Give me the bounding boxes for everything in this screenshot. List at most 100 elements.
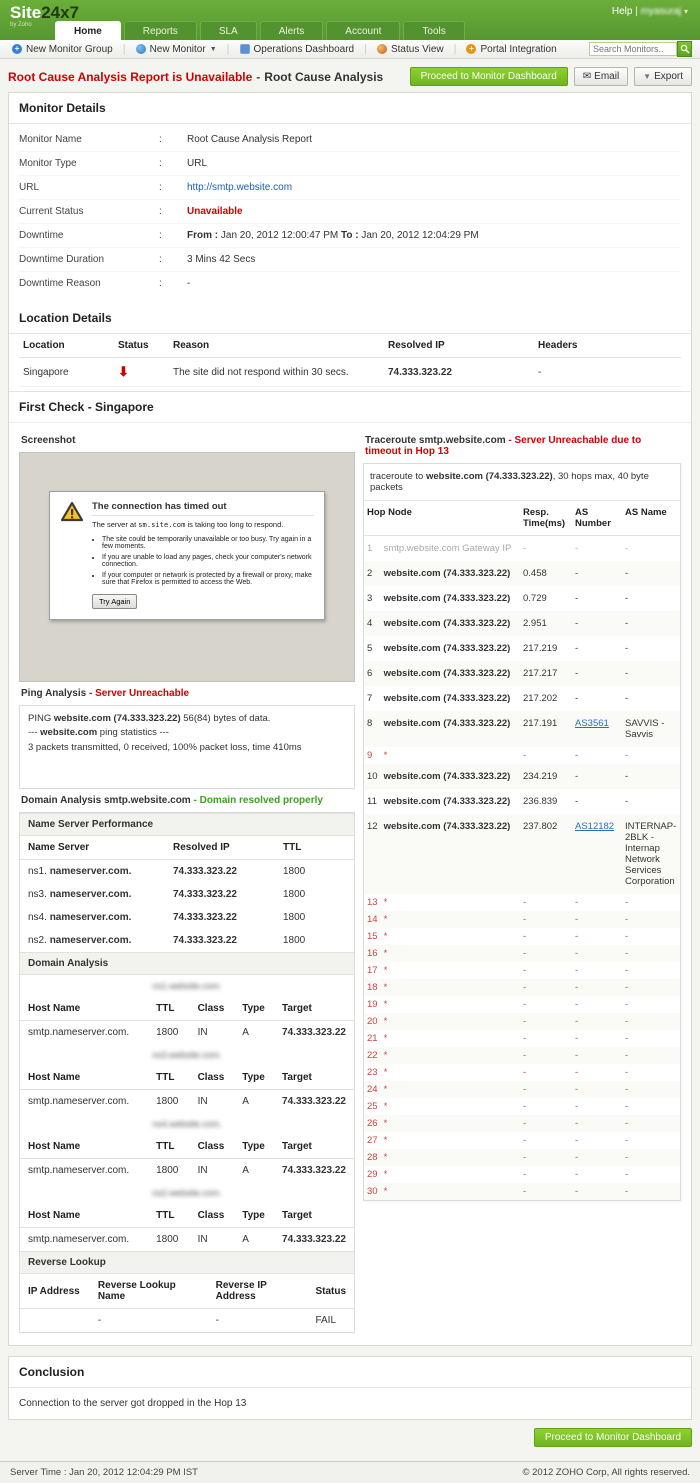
hop-number-cell: 3	[364, 586, 381, 611]
hop-number-cell: 11	[364, 789, 381, 814]
detail-label: Monitor Name	[19, 134, 159, 145]
as-number-cell: -	[572, 1149, 622, 1166]
monitor-search	[589, 41, 692, 57]
detail-label: Downtime Duration	[19, 254, 159, 265]
hop-node-cell: *	[381, 945, 520, 962]
table-row: 10website.com (74.333.323.22)234.219--	[364, 764, 680, 789]
resolved-ip-cell: 74.333.323.22	[165, 860, 275, 884]
hop-number-cell: 28	[364, 1149, 381, 1166]
proceed-to-dashboard-button[interactable]: Proceed to Monitor Dashboard	[534, 1428, 692, 1447]
tab-account[interactable]: Account	[326, 21, 400, 40]
hop-node-cell: *	[381, 979, 520, 996]
try-again-button[interactable]: Try Again	[92, 594, 137, 609]
tab-reports[interactable]: Reports	[124, 21, 197, 40]
as-number-cell: -	[572, 928, 622, 945]
monitor-details-header: Monitor Details	[9, 93, 691, 124]
resp-time-cell: -	[520, 894, 572, 911]
resp-time-cell: -	[520, 928, 572, 945]
username-menu[interactable]: myasuraj	[641, 6, 682, 17]
domain-record-tables: ns1.website.com.Host NameTTLClassTypeTar…	[20, 975, 354, 1251]
hop-node-cell: website.com (74.333.323.22)	[381, 611, 520, 636]
status-view-button[interactable]: Status View	[373, 44, 448, 55]
export-label: Export	[654, 71, 683, 82]
as-number-cell: -	[572, 945, 622, 962]
new-monitor-button[interactable]: New Monitor ▼	[132, 44, 221, 55]
ttl-cell: 1800	[148, 1159, 189, 1183]
tab-home[interactable]: Home	[55, 21, 121, 40]
proceed-to-dashboard-button[interactable]: Proceed to Monitor Dashboard	[410, 67, 568, 86]
ttl-cell: 1800	[275, 906, 354, 929]
hop-number-cell: 14	[364, 911, 381, 928]
as-number-cell: AS3561	[572, 711, 622, 747]
column-header: TTL	[148, 997, 189, 1021]
email-button[interactable]: ✉ Email	[574, 67, 628, 86]
column-header: Resolved IP	[165, 836, 275, 860]
column-header: Host Name	[20, 1204, 148, 1228]
table-row: 27*---	[364, 1132, 680, 1149]
text-segment: is taking too long to respond.	[185, 520, 283, 529]
blurred-domain-name: ns4.website.com.	[20, 1113, 354, 1135]
column-header: Headers	[534, 334, 681, 358]
dialog-title: The connection has timed out	[92, 501, 314, 516]
search-icon	[680, 44, 690, 54]
as-name-cell: -	[622, 996, 680, 1013]
export-button[interactable]: ▼ Export	[634, 67, 692, 86]
as-number-cell: -	[572, 911, 622, 928]
search-button[interactable]	[677, 41, 692, 57]
as-number-link[interactable]: AS12182	[575, 821, 614, 832]
resp-time-cell: 0.729	[520, 586, 572, 611]
text-segment: nameserver.com.	[50, 889, 132, 900]
detail-label: Downtime Reason	[19, 278, 159, 289]
down-arrow-icon: ⬇	[118, 364, 129, 379]
hop-number-cell: 20	[364, 1013, 381, 1030]
hop-number-cell: 24	[364, 1081, 381, 1098]
name-server-cell: ns4. nameserver.com.	[20, 906, 165, 929]
hop-node-cell: *	[381, 894, 520, 911]
portal-integration-button[interactable]: + Portal Integration	[462, 44, 560, 55]
column-header: Target	[274, 1204, 354, 1228]
column-header: Target	[274, 1135, 354, 1159]
hop-node-cell: *	[381, 928, 520, 945]
table-row: 1smtp.website.com Gateway IP---	[364, 536, 680, 562]
hop-number-cell: 1	[364, 536, 381, 562]
conclusion-header: Conclusion	[9, 1357, 691, 1388]
table-row: ns1. nameserver.com.74.333.323.221800	[20, 860, 354, 884]
table-header-row: Host NameTTLClassTypeTarget	[20, 1204, 354, 1228]
resp-time-cell: -	[520, 962, 572, 979]
resp-time-cell: 217.219	[520, 636, 572, 661]
as-number-link[interactable]: AS3561	[575, 718, 609, 729]
resp-time-cell: -	[520, 911, 572, 928]
hop-node-cell: *	[381, 1115, 520, 1132]
search-input[interactable]	[589, 42, 677, 56]
hop-node-cell: *	[381, 1030, 520, 1047]
new-monitor-group-button[interactable]: + New Monitor Group	[8, 44, 117, 55]
globe-icon	[136, 44, 146, 54]
target-cell: 74.333.323.22	[274, 1021, 354, 1045]
column-header: Target	[274, 997, 354, 1021]
traceroute-title: Traceroute	[365, 435, 419, 446]
text-segment: http://smtp.website.com	[187, 182, 292, 193]
column-header: Target	[274, 1066, 354, 1090]
report-panel: Monitor Details Monitor Name:Root Cause …	[8, 92, 692, 1346]
resolved-ip-cell: 74.333.323.22	[384, 358, 534, 387]
tab-tools[interactable]: Tools	[403, 21, 464, 40]
type-cell: A	[234, 1228, 274, 1252]
screenshot-image: The connection has timed out The server …	[19, 452, 355, 682]
hop-number-cell: 8	[364, 711, 381, 747]
dashboard-icon	[240, 44, 250, 54]
domain-status-text: - Domain resolved properly	[193, 795, 322, 806]
hop-number-cell: 2	[364, 561, 381, 586]
plus-circle-icon: +	[12, 44, 22, 54]
tab-sla[interactable]: SLA	[200, 21, 257, 40]
domain-title: Domain Analysis	[21, 795, 104, 806]
help-link[interactable]: Help	[612, 6, 633, 17]
header-divider: |	[635, 6, 638, 17]
hop-node-cell: *	[381, 1183, 520, 1200]
column-header: Name Server	[20, 836, 165, 860]
as-number-cell: -	[572, 586, 622, 611]
monitor-detail-row: Current Status:Unavailable	[19, 200, 681, 224]
traceroute-table: Hop Node Resp. Time(ms) AS Number AS Nam…	[364, 501, 680, 1200]
operations-dashboard-button[interactable]: Operations Dashboard	[236, 44, 359, 55]
as-name-cell: -	[622, 1064, 680, 1081]
tab-alerts[interactable]: Alerts	[260, 21, 324, 40]
